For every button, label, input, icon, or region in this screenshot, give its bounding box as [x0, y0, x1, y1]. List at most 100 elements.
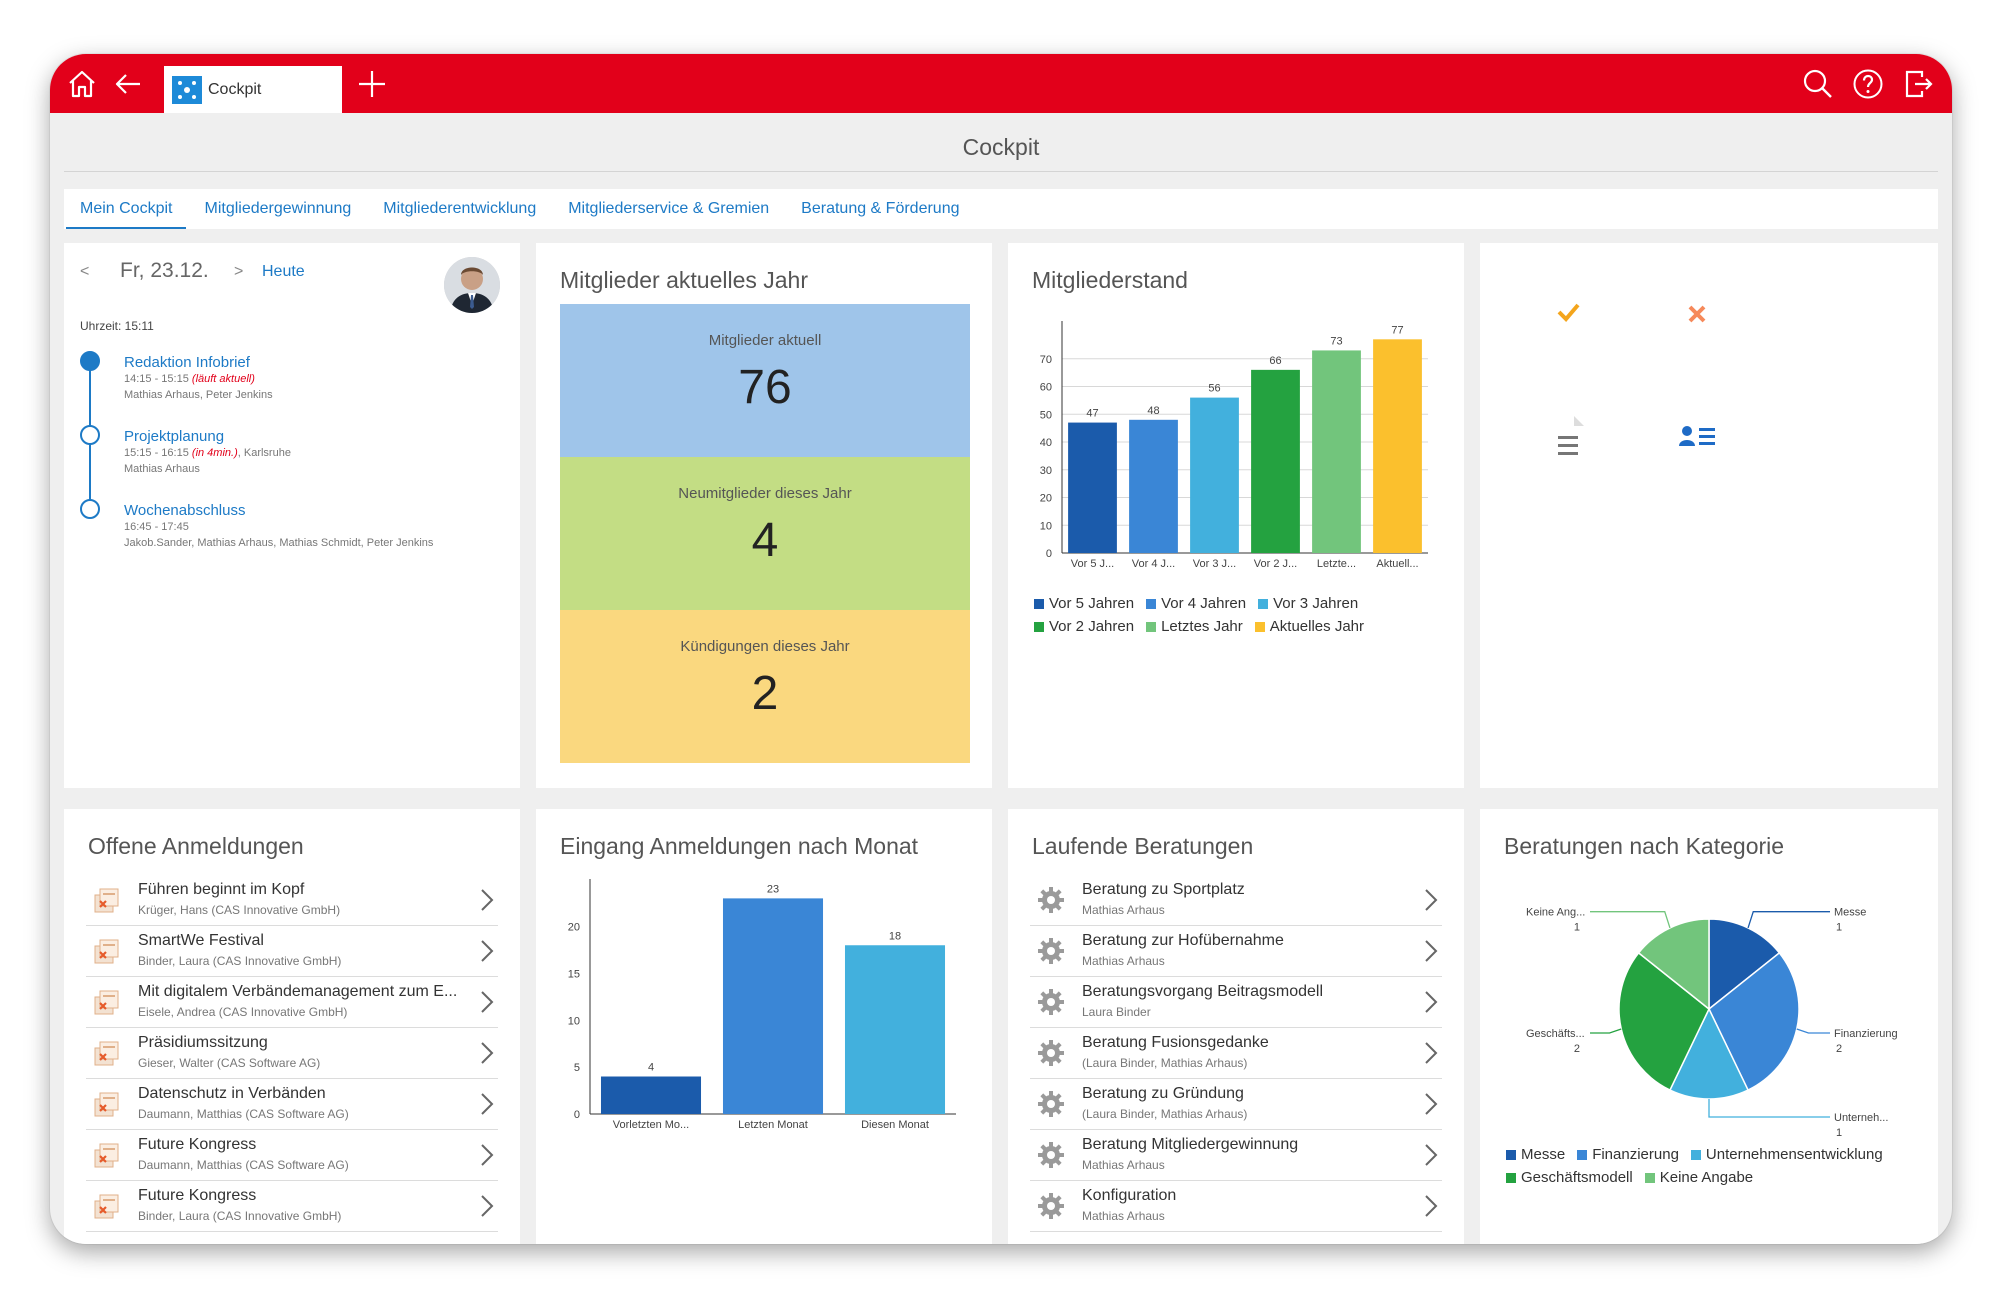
list-item[interactable]: Mit digitalem Verbändemanagement zum E..… — [86, 977, 498, 1028]
y-tick-label: 15 — [568, 968, 580, 980]
tile-documents[interactable]: Dokumente — [1512, 396, 1624, 508]
list-item[interactable]: SmartWe Festival Binder, Laura (CAS Innov… — [86, 926, 498, 977]
kpi-new-members[interactable]: Neumitglieder dieses Jahr 4 — [560, 457, 970, 610]
legend-item[interactable]: Geschäftsmodell — [1506, 1169, 1633, 1186]
tab-mitgliederentwicklung[interactable]: Mitgliederentwicklung — [369, 189, 550, 229]
legend-item[interactable]: Unternehmensentwicklung — [1690, 1146, 1883, 1163]
card-title: Eingang Anmeldungen nach Monat — [560, 833, 919, 859]
tile-member-list[interactable]: Mitgliederliste — [1641, 396, 1753, 508]
tile-fold — [1737, 267, 1753, 283]
member-status-card: Mitgliederstand 0 10 20 30 40 50 60 70 47 Vor 5 J… — [1008, 243, 1464, 788]
item-subtitle: Daumann, Matthias (CAS Software AG) — [138, 1107, 349, 1121]
list-item[interactable]: Beratung zu Sportplatz Mathias Arhaus — [1030, 875, 1442, 926]
y-tick-label: 30 — [1040, 465, 1052, 477]
card-title: Mitgliederstand — [1032, 267, 1188, 293]
search-icon[interactable] — [1802, 68, 1834, 100]
list-item[interactable]: Beratungsvorgang Beitragsmodell Laura Bin… — [1030, 977, 1442, 1028]
bar[interactable] — [1068, 422, 1117, 553]
legend-item[interactable]: Letztes Jahr — [1146, 618, 1243, 635]
tile-fold — [1608, 267, 1624, 283]
bar[interactable] — [1312, 350, 1361, 553]
event-time: 16:45 - 17:45 — [124, 521, 189, 533]
pie-value: 1 — [1574, 922, 1580, 934]
bar[interactable] — [722, 898, 824, 1114]
tab-cockpit[interactable]: Cockpit — [164, 66, 342, 113]
chart-legend: Messe Finanzierung Unternehmensentwicklung… — [1506, 1146, 1926, 1192]
kpi-members-current[interactable]: Mitglieder aktuell 76 — [560, 304, 970, 457]
tab-beratung-foerderung[interactable]: Beratung & Förderung — [787, 189, 973, 229]
y-tick-label: 70 — [1040, 354, 1052, 366]
help-icon[interactable] — [1852, 68, 1884, 100]
legend-swatch — [1034, 598, 1044, 609]
avatar[interactable] — [444, 257, 500, 313]
y-tick-label: 0 — [1046, 548, 1052, 560]
y-tick-label: 40 — [1040, 437, 1052, 449]
event-time-range: 15:15 - 16:15 — [124, 447, 189, 459]
tab-mitgliedergewinnung[interactable]: Mitgliedergewinnung — [190, 189, 365, 229]
list-item[interactable]: Datenschutz in Verbänden Daumann, Matthia… — [86, 1079, 498, 1130]
legend-label: Geschäftsmodell — [1521, 1169, 1633, 1186]
today-link[interactable]: Heute — [262, 263, 305, 281]
tab-mitgliederservice-gremien[interactable]: Mitgliederservice & Gremien — [554, 189, 783, 229]
bar[interactable] — [1251, 369, 1300, 553]
list-item[interactable]: Präsidiumssitzung Gieser, Walter (CAS Sof… — [86, 1028, 498, 1079]
list-item[interactable]: Beratung zu Gründung (Laura Binder, Mathi… — [1030, 1079, 1442, 1130]
prev-day-button[interactable]: < — [80, 263, 89, 281]
item-title: Datenschutz in Verbänden — [138, 1085, 326, 1102]
event-title[interactable]: Redaktion Infobrief — [124, 354, 250, 371]
tile-label: Veranstaltungen — [1653, 355, 1741, 369]
tile-events[interactable]: Veranstaltungen — [1641, 267, 1753, 379]
tab-mein-cockpit[interactable]: Mein Cockpit — [66, 189, 187, 229]
event-time: 15:15 - 16:15 (in 4min.), Karlsruhe — [124, 447, 291, 459]
data-label: 18 — [889, 930, 901, 942]
list-item[interactable]: Führen beginnt im Kopf Krüger, Hans (CAS … — [86, 875, 498, 926]
contact-card-icon — [1674, 418, 1720, 454]
legend-item[interactable]: Vor 5 Jahren — [1034, 595, 1134, 612]
bar[interactable] — [844, 945, 946, 1114]
list-item[interactable]: Beratung zur Hofübernahme Mathias Arhaus — [1030, 926, 1442, 977]
legend-item[interactable]: Vor 4 Jahren — [1146, 595, 1246, 612]
legend-item[interactable]: Vor 2 Jahren — [1034, 618, 1134, 635]
legend-swatch — [1254, 621, 1265, 632]
next-day-button[interactable]: > — [234, 263, 243, 281]
item-subtitle: Mathias Arhaus — [1082, 903, 1165, 917]
event-marker — [80, 425, 100, 445]
legend-swatch — [1146, 621, 1157, 632]
bar[interactable] — [1129, 419, 1178, 553]
tile-committee[interactable]: Gremium — [1770, 267, 1882, 379]
item-subtitle: (Laura Binder, Mathias Arhaus) — [1082, 1056, 1248, 1070]
item-title: Beratung Fusionsgedanke — [1082, 1034, 1269, 1051]
home-icon[interactable] — [66, 68, 98, 100]
legend-item[interactable]: Messe — [1506, 1146, 1565, 1163]
list-item[interactable]: Future Kongress Daumann, Matthias (CAS So… — [86, 1130, 498, 1181]
legend-item[interactable]: Aktuelles Jahr — [1254, 618, 1364, 635]
x-tick-label: Letzte... — [1317, 558, 1356, 570]
bar[interactable] — [600, 1076, 702, 1115]
tile-open-tasks[interactable]: Meine offenen Aufgaben — [1512, 267, 1624, 379]
event-title[interactable]: Projektplanung — [124, 428, 224, 445]
event-title[interactable]: Wochenabschluss — [124, 502, 245, 519]
pie-value: 2 — [1574, 1043, 1580, 1055]
back-arrow-icon[interactable] — [112, 68, 144, 100]
item-subtitle: Daumann, Matthias (CAS Software AG) — [138, 1158, 349, 1172]
tile-fold — [1737, 396, 1753, 412]
bar[interactable] — [1190, 397, 1239, 553]
page-title: Cockpit — [962, 134, 1040, 160]
tile-new-applications[interactable]: Neue Mitgliedsanträge — [1770, 396, 1882, 508]
item-subtitle: Mathias Arhaus — [1082, 1209, 1165, 1223]
legend-item[interactable]: Keine Angabe — [1644, 1169, 1753, 1186]
list-item[interactable]: Konfiguration Mathias Arhaus — [1030, 1181, 1442, 1232]
pie-label: Messe — [1834, 907, 1866, 919]
new-tab-plus-icon[interactable] — [356, 68, 388, 100]
kpi-cancellations[interactable]: Kündigungen dieses Jahr 2 — [560, 610, 970, 763]
legend-item[interactable]: Vor 3 Jahren — [1258, 595, 1358, 612]
agenda-date: Fr, 23.12. — [120, 259, 209, 282]
bar[interactable] — [1373, 339, 1422, 553]
list-item[interactable]: Beratung Fusionsgedanke (Laura Binder, Ma… — [1030, 1028, 1442, 1079]
registrations-by-month-card: Eingang Anmeldungen nach Monat 0 5 10 15 20 4… — [536, 809, 992, 1244]
consultations-by-category-card: Beratungen nach Kategorie Messe 1 Finanzie… — [1480, 809, 1938, 1244]
legend-item[interactable]: Finanzierung — [1577, 1146, 1679, 1163]
list-item[interactable]: Future Kongress Binder, Laura (CAS Innova… — [86, 1181, 498, 1232]
logout-icon[interactable] — [1902, 68, 1934, 100]
list-item[interactable]: Beratung Mitgliedergewinnung Mathias Arha… — [1030, 1130, 1442, 1181]
